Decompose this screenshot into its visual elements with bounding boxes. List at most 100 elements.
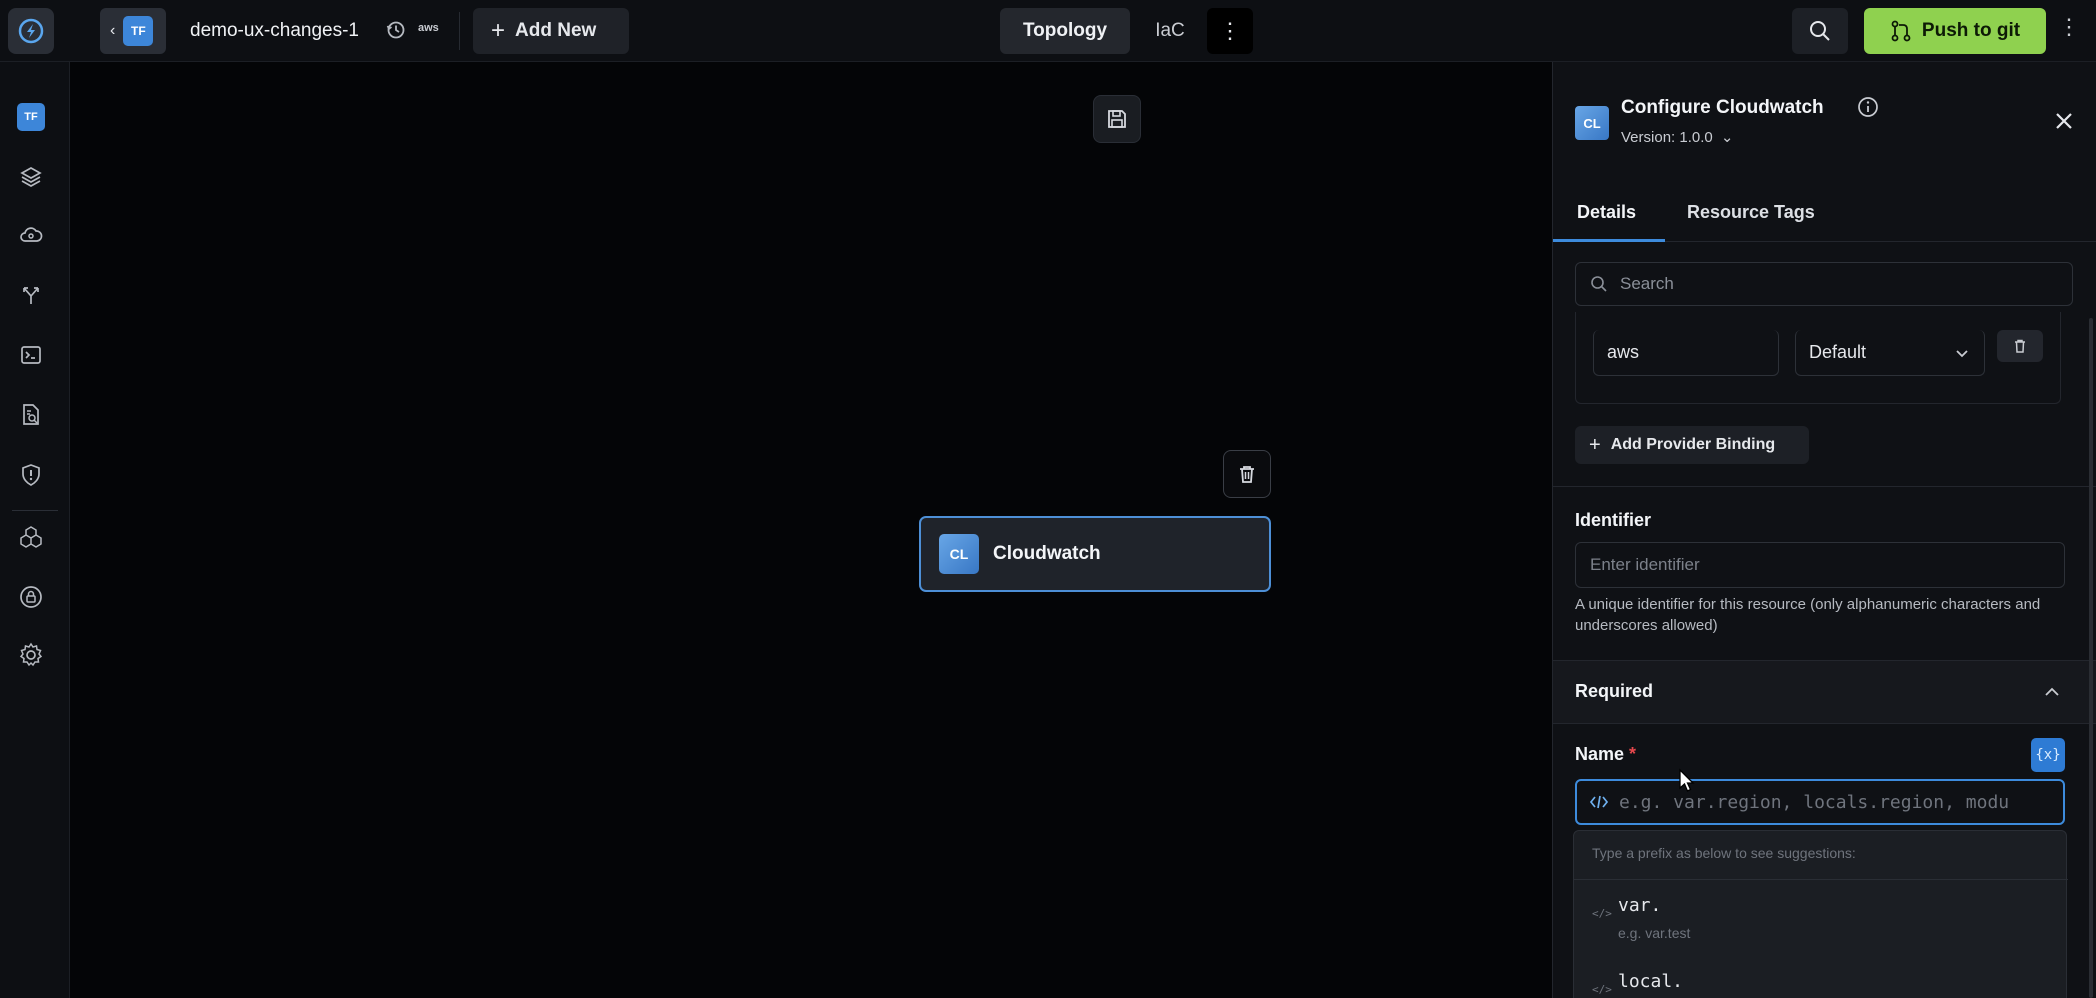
version-selector[interactable]: Version: 1.0.0 ⌄ [1621, 128, 1733, 146]
panel-search [1575, 262, 2073, 306]
push-to-git-label: Push to git [1921, 20, 2021, 41]
sidebar-item-modules[interactable] [16, 522, 46, 552]
app-logo[interactable] [8, 8, 54, 54]
sidebar-divider [12, 510, 58, 511]
info-icon[interactable] [1857, 96, 1879, 123]
close-icon[interactable] [2053, 110, 2075, 137]
add-provider-binding-label: Add Provider Binding [1610, 436, 1776, 453]
identifier-input[interactable] [1590, 555, 2050, 575]
name-label-text: Name [1575, 744, 1625, 764]
provider-alias-select[interactable]: Default [1795, 330, 1985, 376]
trash-icon [1240, 466, 1254, 483]
top-bar: ‹ TF demo-ux-changes-1 aws + Add New Top… [0, 0, 2096, 62]
chevron-up-icon [2045, 687, 2059, 696]
variable-toggle-button[interactable]: {x} [2031, 738, 2065, 772]
mouse-cursor-icon [1679, 768, 1695, 792]
chevron-left-icon: ‹ [110, 22, 116, 39]
panel-resource-badge: CL [1575, 106, 1609, 140]
tab-iac[interactable]: IaC [1140, 8, 1200, 54]
provider-name-field[interactable]: aws [1593, 330, 1779, 376]
cloud-icon [20, 227, 43, 242]
left-sidebar: TF [0, 62, 70, 998]
project-name[interactable]: demo-ux-changes-1 [190, 20, 359, 42]
sidebar-item-terraform[interactable]: TF [16, 102, 46, 132]
sidebar-item-security[interactable] [16, 460, 46, 490]
layers-icon [20, 167, 42, 187]
panel-tabs: Details Resource Tags [1553, 192, 2096, 242]
cloud-lock-icon [20, 586, 42, 608]
cloudwatch-node[interactable]: CL Cloudwatch [919, 516, 1271, 592]
chevron-down-icon: ⌄ [1720, 129, 1734, 146]
sidebar-item-terminal[interactable] [16, 340, 46, 370]
push-to-git-button[interactable]: Push to git [1864, 8, 2046, 54]
name-input[interactable] [1619, 791, 2049, 813]
sidebar-item-cloud-lock[interactable] [16, 582, 46, 612]
git-branch-icon [1891, 20, 1911, 42]
panel-scrollbar[interactable] [2089, 318, 2093, 998]
add-new-label: Add New [515, 20, 597, 41]
plus-icon: + [1589, 433, 1601, 456]
delete-provider-button[interactable] [1997, 330, 2043, 362]
node-label: Cloudwatch [993, 543, 1101, 564]
suggestions-hint: Type a prefix as below to see suggestion… [1592, 845, 1856, 861]
tab-topology[interactable]: Topology [1000, 8, 1130, 54]
more-options-icon[interactable]: ⋮ [1207, 8, 1253, 54]
tab-resource-tags[interactable]: Resource Tags [1687, 202, 1815, 223]
save-button[interactable] [1093, 95, 1141, 143]
history-icon[interactable] [385, 19, 407, 46]
suggestion-name: local. [1618, 971, 1684, 992]
gear-icon [19, 642, 43, 667]
more-menu-icon[interactable]: ⋮ [2058, 14, 2080, 40]
node-badge: CL [939, 534, 979, 574]
modules-icon [20, 526, 42, 548]
sidebar-item-settings[interactable] [16, 640, 46, 670]
identifier-label: Identifier [1575, 510, 1652, 530]
code-icon: </> [1592, 907, 1612, 920]
divider [459, 12, 460, 50]
add-new-button[interactable]: + Add New [473, 8, 629, 54]
plus-icon: + [491, 17, 506, 44]
delete-node-button[interactable] [1223, 450, 1271, 498]
required-section-title: Required [1575, 681, 1654, 701]
search-input[interactable] [1620, 274, 2060, 294]
back-button[interactable]: ‹ TF [100, 8, 166, 54]
document-search-icon [23, 404, 39, 425]
suggestion-name: var. [1618, 895, 1662, 916]
trash-icon [2015, 339, 2025, 353]
provider-alias-value: Default [1809, 342, 1867, 362]
suggestion-example: e.g. var.test [1618, 925, 1691, 941]
search-icon [1810, 21, 1830, 41]
active-tab-indicator [1553, 239, 1665, 242]
suggestion-item[interactable]: </> var. e.g. var.test [1574, 883, 2068, 953]
suggestions-dropdown: Type a prefix as below to see suggestion… [1573, 830, 2068, 998]
terminal-icon [21, 346, 41, 364]
sidebar-item-cloud[interactable] [16, 220, 46, 250]
sidebar-item-layers[interactable] [16, 162, 46, 192]
suggestion-item[interactable]: </> local. [1574, 959, 2068, 998]
shield-alert-icon [22, 464, 40, 486]
version-label: Version: 1.0.0 [1621, 129, 1713, 146]
name-field-label: Name * [1575, 744, 1636, 765]
code-icon: </> [1592, 983, 1612, 996]
configure-panel: CL Configure Cloudwatch Version: 1.0.0 ⌄… [1552, 62, 2096, 998]
project-badge: TF [123, 16, 154, 46]
aws-provider-icon: aws [418, 22, 439, 34]
sidebar-item-branches[interactable] [16, 280, 46, 310]
required-section-header[interactable]: Required [1553, 660, 2096, 724]
tab-details[interactable]: Details [1577, 202, 1636, 223]
name-field [1575, 779, 2065, 825]
app-logo-icon [18, 18, 44, 44]
identifier-help-text: A unique identifier for this resource (o… [1575, 596, 2041, 634]
code-icon [1589, 795, 1609, 809]
terraform-badge-icon: TF [17, 103, 45, 131]
required-asterisk: * [1629, 744, 1637, 764]
chevron-down-icon [1956, 349, 1968, 357]
sidebar-item-documents[interactable] [16, 400, 46, 430]
save-icon [1108, 110, 1126, 128]
search-button[interactable] [1792, 8, 1848, 54]
search-icon [1591, 276, 1607, 292]
add-provider-binding-button[interactable]: + Add Provider Binding [1575, 426, 1809, 464]
identifier-field [1575, 542, 2065, 588]
suggestions-divider [1574, 879, 2068, 880]
section-divider [1553, 486, 2096, 487]
